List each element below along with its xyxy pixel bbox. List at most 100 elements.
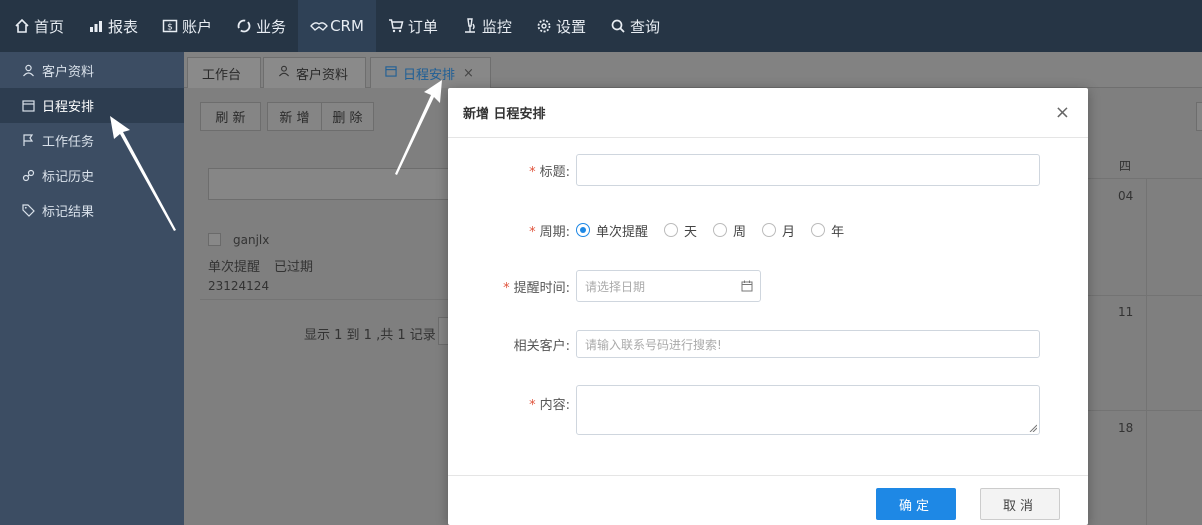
- microscope-icon: [462, 18, 478, 34]
- radio-circle: [811, 223, 826, 237]
- required-mark: *: [529, 164, 536, 180]
- remind-time-label: * 提醒时间:: [448, 277, 576, 296]
- period-row: * 周期: 单次提醒 天 周 月 年: [448, 214, 1088, 246]
- calendar-icon[interactable]: [741, 280, 753, 295]
- sidebar-item-task[interactable]: 工作任务: [0, 123, 184, 158]
- schedule-type: 单次提醒: [208, 260, 261, 275]
- title-row: * 标题:: [448, 154, 1088, 186]
- calendar-header-line: [1088, 178, 1202, 179]
- required-mark: *: [503, 280, 510, 296]
- radio-circle: [576, 223, 590, 237]
- schedule-status: 已过期: [274, 260, 314, 275]
- calendar-date[interactable]: 18: [1118, 421, 1133, 435]
- tab-label: 日程安排: [403, 67, 456, 83]
- remind-date-input[interactable]: 请选择日期: [576, 270, 761, 302]
- close-icon[interactable]: ×: [1055, 102, 1070, 123]
- period-label-text: 周期:: [539, 224, 570, 240]
- sidebar: 客户资料 日程安排 工作任务 标记历史 标记结果: [0, 52, 184, 525]
- schedule-content: 23124124: [208, 279, 270, 293]
- nav-business-label: 业务: [256, 17, 287, 36]
- tab-label: 客户资料: [296, 67, 349, 83]
- add-button[interactable]: 新 增: [267, 102, 322, 131]
- sidebar-item-schedule[interactable]: 日程安排: [0, 88, 184, 123]
- calendar-nav-button[interactable]: [1196, 102, 1202, 131]
- nav-report-label: 报表: [108, 17, 139, 36]
- nav-crm-label: CRM: [330, 17, 364, 35]
- tab-bar: 工作台 客户资料 日程安排 ×: [184, 52, 1202, 88]
- nav-order-label: 订单: [407, 17, 438, 36]
- content-label: * 内容:: [448, 385, 576, 413]
- nav-monitor-label: 监控: [481, 17, 512, 36]
- remind-date-placeholder: 请选择日期: [585, 279, 646, 294]
- nav-home[interactable]: 首页: [0, 0, 76, 52]
- money-icon: $: [162, 18, 178, 34]
- content-row: * 内容:: [448, 385, 1088, 435]
- radio-circle: [713, 223, 728, 237]
- calendar-date[interactable]: 11: [1118, 305, 1133, 319]
- search-input[interactable]: [208, 168, 458, 200]
- sidebar-item-mark-history[interactable]: 标记历史: [0, 158, 184, 193]
- customer-label: 相关客户:: [513, 338, 570, 354]
- nav-crm[interactable]: CRM: [298, 0, 376, 52]
- calendar-date[interactable]: 04: [1118, 189, 1133, 203]
- row-checkbox[interactable]: [208, 233, 221, 246]
- period-radio-group: 单次提醒 天 周 月 年: [576, 221, 860, 240]
- delete-button[interactable]: 删 除: [321, 102, 374, 131]
- radio-circle: [762, 223, 777, 237]
- period-label: * 周期:: [448, 221, 576, 240]
- pager-info: 显示 1 到 1 ,共 1 记录: [304, 328, 436, 343]
- nav-query[interactable]: 查询: [598, 0, 672, 52]
- calendar-weekday: 四: [1119, 159, 1132, 173]
- nav-order[interactable]: 订单: [376, 0, 450, 52]
- svg-text:$: $: [167, 23, 173, 33]
- calendar-col-line: [1146, 178, 1147, 525]
- nav-query-label: 查询: [629, 17, 660, 36]
- title-label: * 标题:: [448, 161, 576, 180]
- chart-icon: [88, 18, 104, 34]
- nav-report[interactable]: 报表: [76, 0, 150, 52]
- nav-business[interactable]: 业务: [224, 0, 298, 52]
- resize-handle-icon[interactable]: [1029, 424, 1037, 432]
- confirm-button[interactable]: 确定: [876, 488, 956, 520]
- title-input[interactable]: [576, 154, 1040, 186]
- link-icon: [22, 169, 35, 182]
- refresh-button[interactable]: 刷 新: [200, 102, 261, 131]
- nav-settings[interactable]: 设置: [524, 0, 598, 52]
- nav-home-label: 首页: [34, 17, 65, 36]
- row-divider: [200, 299, 448, 300]
- schedule-name: ganjlx: [233, 233, 270, 247]
- nav-settings-label: 设置: [555, 17, 586, 36]
- period-month-radio[interactable]: 月: [762, 221, 795, 240]
- period-day-radio[interactable]: 天: [664, 221, 697, 240]
- radio-label: 天: [684, 224, 698, 240]
- radio-label: 年: [831, 224, 845, 240]
- gear-icon: [536, 18, 552, 34]
- cart-icon: [388, 18, 404, 34]
- cancel-button[interactable]: 取消: [980, 488, 1060, 520]
- nav-monitor[interactable]: 监控: [450, 0, 524, 52]
- tab-workbench[interactable]: 工作台: [187, 57, 261, 88]
- content-textarea[interactable]: [576, 385, 1040, 435]
- customer-placeholder: 请输入联系号码进行搜索!: [585, 337, 722, 352]
- period-once-radio[interactable]: 单次提醒: [576, 221, 648, 240]
- period-week-radio[interactable]: 周: [713, 221, 746, 240]
- title-label-text: 标题:: [539, 164, 570, 180]
- sidebar-item-mark-result[interactable]: 标记结果: [0, 193, 184, 228]
- top-nav: 首页 报表 $ 账户 业务 CRM 订单 监控 设置 查询: [0, 0, 1202, 52]
- radio-label: 周: [733, 224, 747, 240]
- radio-label: 单次提醒: [596, 224, 649, 240]
- home-icon: [14, 18, 30, 34]
- nav-account[interactable]: $ 账户: [150, 0, 224, 52]
- sidebar-item-label: 客户资料: [42, 65, 95, 80]
- nav-account-label: 账户: [182, 17, 213, 36]
- tab-schedule[interactable]: 日程安排 ×: [370, 57, 491, 88]
- calendar-row-line: [1088, 410, 1202, 411]
- customer-search-input[interactable]: 请输入联系号码进行搜索!: [576, 330, 1040, 358]
- calendar-row-line: [1088, 295, 1202, 296]
- content-label-text: 内容:: [539, 398, 570, 413]
- tab-close-icon[interactable]: ×: [463, 66, 474, 81]
- period-year-radio[interactable]: 年: [811, 221, 844, 240]
- flag-icon: [22, 134, 35, 147]
- tab-customer[interactable]: 客户资料: [263, 57, 366, 88]
- sidebar-item-customer[interactable]: 客户资料: [0, 53, 184, 88]
